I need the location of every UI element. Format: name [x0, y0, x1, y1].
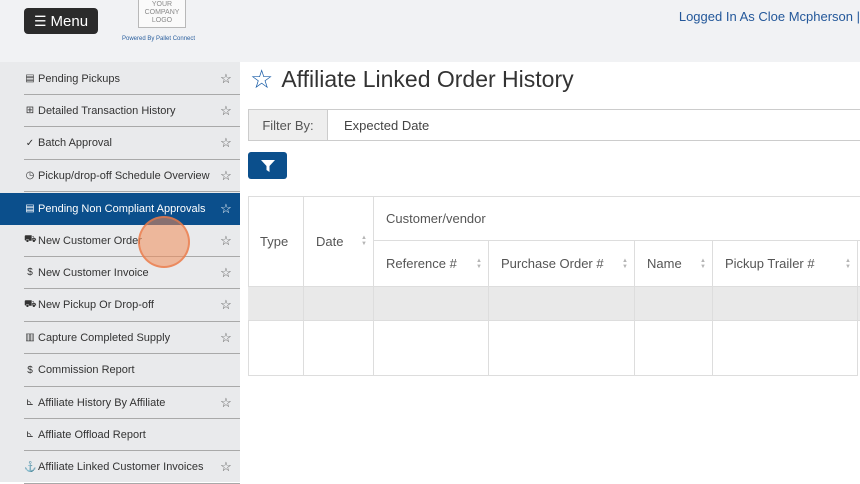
sidebar-item-label: New Customer Invoice [38, 266, 149, 279]
table-cell [304, 287, 374, 321]
sidebar-item[interactable]: ⊞ Detailed Transaction History ☆ [24, 95, 240, 128]
filter-button[interactable] [248, 152, 287, 179]
sort-icon: ▲ ▼ [622, 257, 628, 270]
sort-icon: ▲ ▼ [361, 235, 367, 247]
sidebar-item-label: New Pickup Or Drop-off [38, 299, 154, 312]
sidebar-item-label: Affiliate History By Affiliate [38, 396, 166, 409]
order-table: Type Date ▲ ▼ Customer/vendor Reference #… [248, 196, 860, 376]
sort-icon: ▲ ▼ [700, 257, 706, 270]
sidebar-item[interactable]: ⊾ Affliate Offload Report [24, 419, 240, 452]
favorite-star-icon[interactable]: ☆ [250, 64, 273, 94]
sidebar-item-label: Pending Pickups [38, 72, 120, 85]
sidebar-item[interactable]: $ Commission Report [24, 355, 240, 387]
sidebar-item-label: New Customer Order [38, 234, 142, 247]
column-header-name[interactable]: Name ▲ ▼ [635, 241, 713, 287]
sort-icon: ▲ ▼ [845, 257, 851, 270]
column-group-customer-vendor: Customer/vendor [374, 196, 860, 241]
sidebar-item-label: Affliate Offload Report [38, 428, 146, 441]
table-cell [304, 321, 374, 376]
column-header-purchase-order[interactable]: Purchase Order # ▲ ▼ [489, 241, 635, 287]
sidebar-item[interactable]: $ New Customer Invoice ☆ [24, 257, 240, 290]
table-cell [635, 287, 713, 321]
sidebar-item-label: Pickup/drop-off Schedule Overview [38, 169, 210, 182]
sidebar-item[interactable]: ✓ Batch Approval ☆ [24, 128, 240, 160]
check-icon: ✓ [25, 137, 35, 149]
table-cell [248, 321, 304, 376]
sidebar-item[interactable]: ⚓ Affiliate Linked Customer Invoices ☆ [24, 452, 240, 484]
favorite-star-icon[interactable]: ☆ [219, 395, 233, 411]
favorite-star-icon[interactable]: ☆ [219, 233, 233, 249]
table-cell [248, 287, 304, 321]
column-header-date[interactable]: Date ▲ ▼ [304, 196, 374, 287]
main-content: ☆ Affiliate Linked Order History Filter … [240, 62, 860, 482]
favorite-star-icon[interactable]: ☆ [219, 71, 233, 87]
filter-bar: Filter By: Expected Date [248, 109, 860, 141]
sidebar: ▤ Pending Pickups ☆ ⊞ Detailed Transaction H… [0, 62, 240, 484]
chart-icon: ⊾ [25, 429, 35, 441]
sort-icon: ▲ ▼ [476, 257, 482, 270]
table-cell [374, 287, 489, 321]
sidebar-item-label: Detailed Transaction History [38, 104, 176, 117]
sidebar-item-label: Affiliate Linked Customer Invoices [38, 461, 204, 474]
menu-label: Menu [50, 12, 89, 30]
page-title-text: Affiliate Linked Order History [281, 65, 574, 92]
truck-icon: ⛟ [24, 298, 37, 310]
table-cell [489, 321, 635, 376]
filter-by-label: Filter By: [249, 110, 328, 140]
favorite-star-icon[interactable]: ☆ [219, 297, 233, 313]
column-header-pickup-trailer[interactable]: Pickup Trailer # ▲ ▼ [713, 241, 858, 287]
table-cell [713, 321, 858, 376]
hamburger-icon: ☰ [33, 12, 47, 29]
favorite-star-icon[interactable]: ☆ [219, 330, 233, 346]
favorite-star-icon[interactable]: ☆ [219, 103, 233, 119]
pallet-icon: ▥ [25, 332, 35, 344]
sidebar-item[interactable]: ▤ Pending Pickups ☆ [24, 63, 240, 95]
clock-icon: ◷ [25, 170, 35, 182]
sidebar-item-label: Pending Non Compliant Approvals [38, 202, 206, 215]
sidebar-item[interactable]: ▤ Pending Non Compliant Approvals ☆ [0, 192, 240, 225]
dollar-icon: $ [27, 364, 33, 376]
table-cell [635, 321, 713, 376]
favorite-star-icon[interactable]: ☆ [219, 201, 233, 217]
sidebar-item[interactable]: ▥ Capture Completed Supply ☆ [24, 322, 240, 355]
table-icon: ⊞ [25, 105, 35, 117]
favorite-star-icon[interactable]: ☆ [219, 265, 233, 281]
sidebar-item-label: Capture Completed Supply [38, 331, 171, 344]
sidebar-item[interactable]: ⊾ Affiliate History By Affiliate ☆ [24, 387, 240, 419]
truck-icon: ⛟ [24, 234, 37, 245]
chart-icon: ⊾ [25, 397, 35, 408]
menu-button[interactable]: ☰ Menu [24, 8, 98, 34]
favorite-star-icon[interactable]: ☆ [219, 168, 233, 184]
hand-icon: ⚓ [24, 461, 37, 473]
logged-in-user[interactable]: Logged In As Cloe Mcpherson | [679, 9, 860, 24]
table-cell [489, 287, 635, 321]
column-header-type[interactable]: Type [248, 196, 304, 287]
clipboard-icon: ▤ [25, 73, 35, 84]
filter-icon [260, 159, 275, 172]
sidebar-item-label: Batch Approval [38, 137, 112, 150]
top-bar: ☰ Menu YOUR COMPANY LOGO Powered By Pall… [0, 0, 860, 62]
clipboard-icon: ▤ [25, 203, 35, 215]
dollar-icon: $ [27, 267, 33, 279]
sidebar-item[interactable]: ◷ Pickup/drop-off Schedule Overview ☆ [24, 160, 240, 193]
sidebar-item[interactable]: ⛟ New Pickup Or Drop-off ☆ [24, 290, 240, 322]
column-header-reference[interactable]: Reference # ▲ ▼ [374, 241, 489, 287]
company-logo[interactable]: YOUR COMPANY LOGO [138, 0, 186, 28]
favorite-star-icon[interactable]: ☆ [219, 459, 233, 475]
powered-by-text: Powered By Pallet Connect [122, 36, 196, 42]
filter-select[interactable]: Expected Date [328, 110, 860, 140]
page-title: ☆ Affiliate Linked Order History [250, 64, 574, 94]
sidebar-item-label: Commission Report [38, 364, 135, 377]
table-cell [713, 287, 858, 321]
favorite-star-icon[interactable]: ☆ [219, 135, 233, 151]
table-cell [374, 321, 489, 376]
sidebar-item[interactable]: ⛟ New Customer Order ☆ [24, 225, 240, 257]
